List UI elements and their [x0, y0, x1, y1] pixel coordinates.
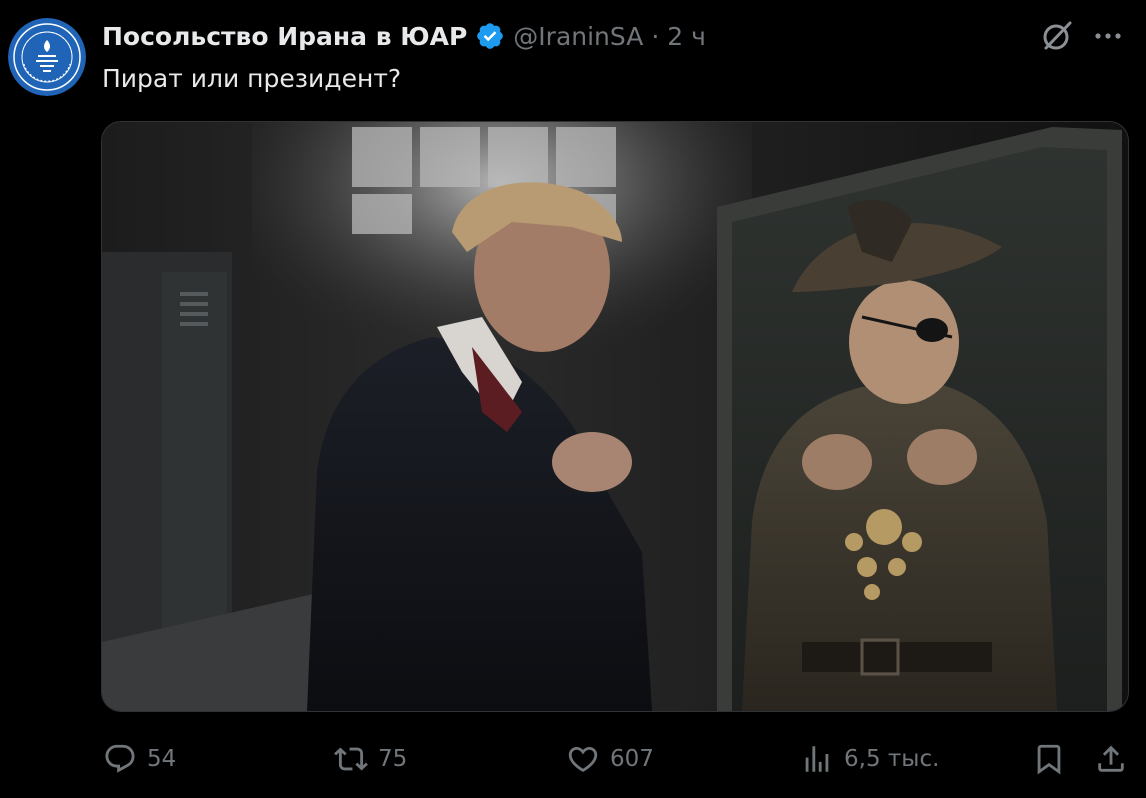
views-chart-icon — [805, 746, 829, 772]
bookmark-icon — [1037, 744, 1061, 775]
reply-button[interactable]: 54 — [103, 736, 176, 782]
author-display-name[interactable]: Посольство Ирана в ЮАР — [102, 22, 467, 51]
header-separator: · — [651, 21, 660, 51]
tweet-media[interactable] — [101, 121, 1129, 712]
share-button[interactable] — [1094, 736, 1128, 782]
like-button[interactable]: 607 — [566, 736, 654, 782]
tweet-actions: 54 75 607 6,5 тыс. — [0, 736, 1146, 782]
grok-icon[interactable] — [1038, 17, 1076, 55]
views-count: 6,5 тыс. — [844, 746, 940, 772]
reply-icon — [105, 744, 135, 773]
tweet-timestamp[interactable]: 2 ч — [667, 22, 706, 51]
heart-icon — [568, 746, 598, 772]
author-avatar[interactable] — [8, 18, 86, 96]
views-button[interactable]: 6,5 тыс. — [800, 736, 939, 782]
media-image — [102, 122, 1128, 711]
tweet: Посольство Ирана в ЮАР @IraninSA · 2 ч П… — [0, 0, 1146, 798]
bookmark-button[interactable] — [1032, 736, 1066, 782]
tweet-text: Пират или президент? — [102, 64, 402, 93]
like-count: 607 — [610, 746, 654, 772]
embassy-seal-icon — [8, 18, 86, 96]
repost-count: 75 — [378, 746, 408, 772]
author-handle[interactable]: @IraninSA — [513, 22, 643, 51]
reply-count: 54 — [147, 746, 177, 772]
tweet-header: Посольство Ирана в ЮАР @IraninSA · 2 ч — [102, 16, 706, 56]
verified-badge-icon — [475, 21, 505, 51]
repost-icon — [334, 747, 368, 771]
share-icon — [1098, 745, 1124, 772]
repost-button[interactable]: 75 — [334, 736, 407, 782]
more-icon[interactable] — [1090, 22, 1126, 50]
